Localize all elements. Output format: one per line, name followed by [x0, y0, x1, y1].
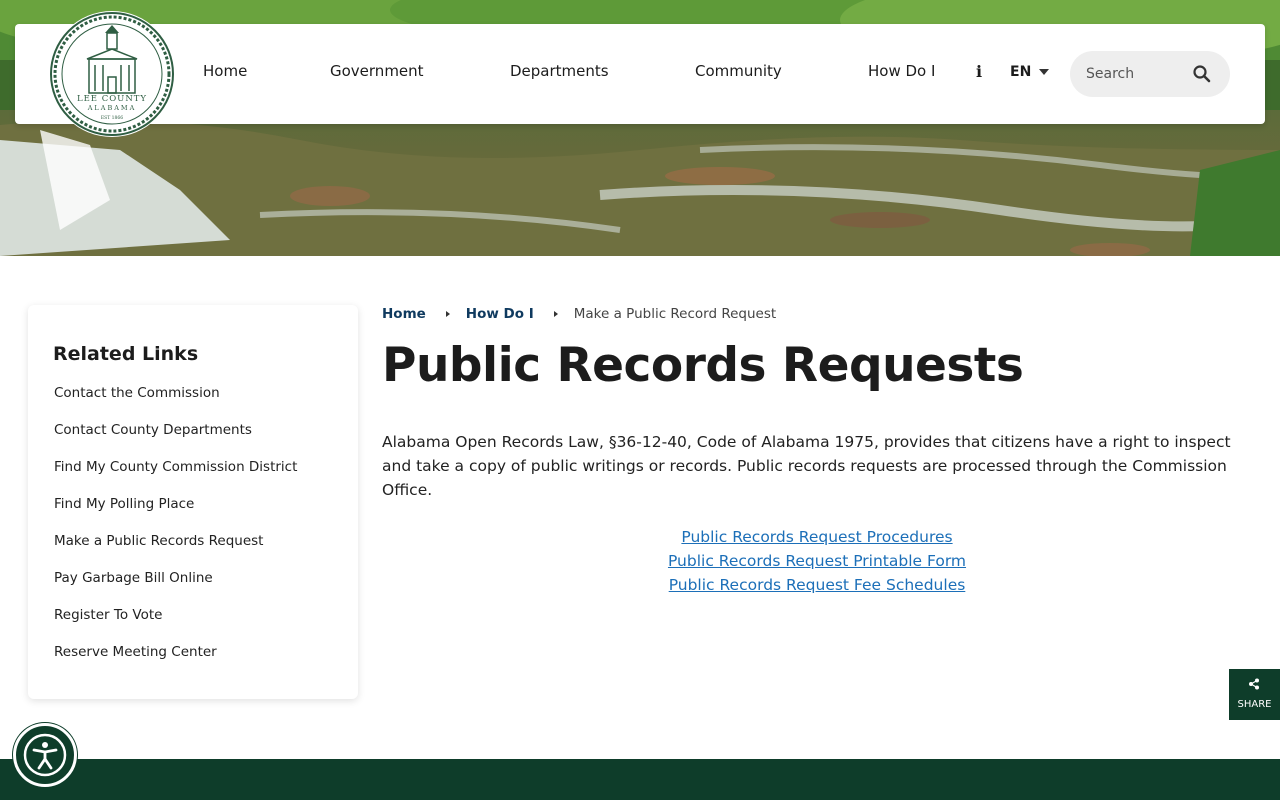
related-link-pay-garbage-bill[interactable]: Pay Garbage Bill Online	[54, 570, 297, 607]
link-fee-schedules[interactable]: Public Records Request Fee Schedules	[382, 573, 1252, 597]
share-label: SHARE	[1237, 699, 1272, 710]
magnifier-icon	[1193, 65, 1211, 83]
nav-government[interactable]: Government	[330, 62, 424, 80]
nav-community[interactable]: Community	[695, 62, 782, 80]
county-seal-logo[interactable]: LEE COUNTY ALABAMA EST 1866	[49, 11, 175, 137]
nav-how-do-i[interactable]: How Do I	[868, 62, 935, 80]
related-link-reserve-meeting-center[interactable]: Reserve Meeting Center	[54, 644, 297, 681]
chevron-right-icon	[445, 311, 450, 317]
related-links-list: Contact the Commission Contact County De…	[54, 385, 297, 681]
link-printable-form[interactable]: Public Records Request Printable Form	[382, 549, 1252, 573]
caret-down-icon	[1039, 69, 1050, 75]
link-request-procedures[interactable]: Public Records Request Procedures	[382, 525, 1252, 549]
search-button[interactable]	[1192, 64, 1212, 84]
accessibility-icon	[23, 733, 67, 777]
related-links-heading: Related Links	[53, 343, 199, 365]
site-header: LEE COUNTY ALABAMA EST 1866 Home Governm…	[15, 11, 1265, 137]
breadcrumb-home[interactable]: Home	[382, 306, 426, 322]
language-selector[interactable]: EN	[1010, 64, 1050, 80]
logo-text-bottom: EST 1866	[101, 115, 123, 121]
related-link-contact-commission[interactable]: Contact the Commission	[54, 385, 297, 422]
breadcrumb: Home How Do I Make a Public Record Reque…	[382, 306, 776, 322]
related-link-find-polling-place[interactable]: Find My Polling Place	[54, 496, 297, 533]
related-link-register-to-vote[interactable]: Register To Vote	[54, 607, 297, 644]
site-footer	[0, 759, 1280, 800]
accessibility-button[interactable]	[13, 723, 77, 787]
logo-text-top: LEE COUNTY	[77, 94, 147, 104]
document-links: Public Records Request Procedures Public…	[382, 525, 1252, 597]
share-button[interactable]: SHARE	[1229, 669, 1280, 720]
breadcrumb-how-do-i[interactable]: How Do I	[466, 306, 534, 322]
page-title: Public Records Requests	[382, 338, 1024, 393]
related-link-public-records-request[interactable]: Make a Public Records Request	[54, 533, 297, 570]
intro-paragraph: Alabama Open Records Law, §36-12-40, Cod…	[382, 433, 1231, 499]
info-icon[interactable]: i	[976, 62, 982, 81]
related-links-panel: Related Links Contact the Commission Con…	[28, 305, 358, 699]
nav-departments[interactable]: Departments	[510, 62, 609, 80]
logo-text-middle: ALABAMA	[87, 104, 137, 112]
nav-home[interactable]: Home	[203, 62, 247, 80]
search-box	[1070, 51, 1230, 97]
language-label: EN	[1010, 64, 1032, 80]
share-icon	[1249, 678, 1259, 690]
chevron-right-icon	[553, 311, 558, 317]
related-link-contact-departments[interactable]: Contact County Departments	[54, 422, 297, 459]
related-link-find-district[interactable]: Find My County Commission District	[54, 459, 297, 496]
search-input[interactable]	[1086, 63, 1186, 85]
breadcrumb-current: Make a Public Record Request	[573, 306, 777, 322]
